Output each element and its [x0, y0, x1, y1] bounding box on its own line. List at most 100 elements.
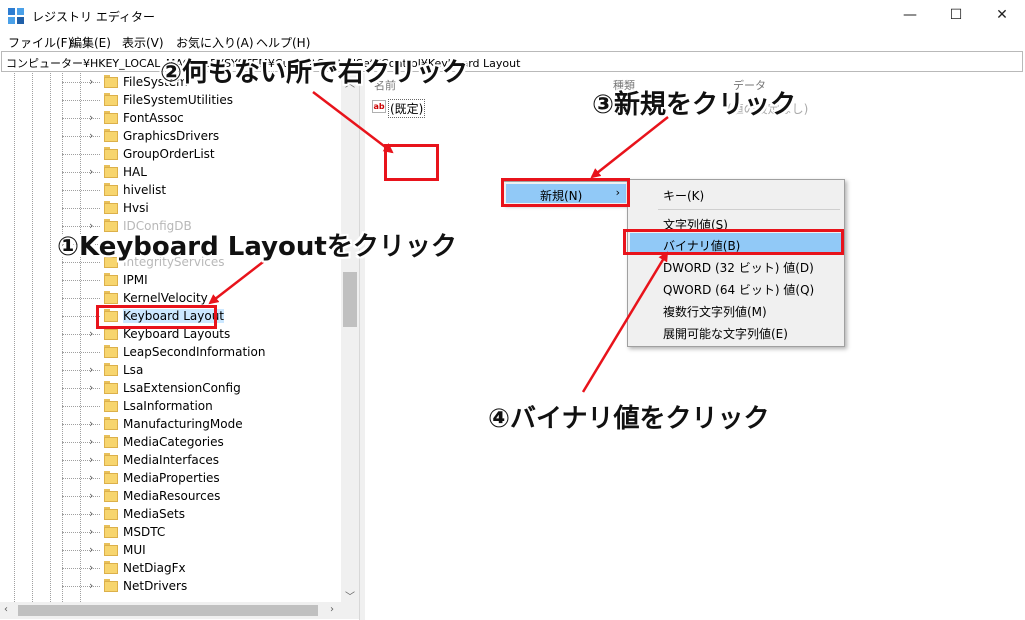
- expand-chevron-icon[interactable]: ›: [89, 417, 93, 430]
- tree-item[interactable]: › MediaInterfaces: [0, 451, 340, 469]
- scroll-thumb[interactable]: [18, 605, 318, 616]
- tree-item[interactable]: › MediaResources: [0, 487, 340, 505]
- expand-chevron-icon[interactable]: ›: [89, 111, 93, 124]
- submenu-item-expandable-string[interactable]: 展開可能な文字列値(E): [630, 321, 842, 343]
- submenu-item-dword[interactable]: DWORD (32 ビット) 値(D): [630, 255, 842, 277]
- scroll-right-icon[interactable]: ›: [330, 604, 334, 615]
- tree-item[interactable]: › MediaCategories: [0, 433, 340, 451]
- scroll-down-icon[interactable]: ﹀: [345, 588, 355, 603]
- tree-item[interactable]: LsaInformation: [0, 397, 340, 415]
- tree-guide-line: [62, 154, 100, 155]
- submenu-item-multi-string[interactable]: 複数行文字列値(M): [630, 299, 842, 321]
- registry-editor-icon: [8, 8, 24, 24]
- tree-item[interactable]: › LsaExtensionConfig: [0, 379, 340, 397]
- tree-item-label: MediaCategories: [123, 435, 224, 449]
- tree-guide-line: [62, 586, 100, 587]
- tree-horizontal-scrollbar[interactable]: ‹ ›: [0, 602, 359, 619]
- expand-chevron-icon[interactable]: ›: [89, 579, 93, 592]
- scroll-left-icon[interactable]: ‹: [4, 604, 8, 615]
- tree-item-label: NetDiagFx: [123, 561, 186, 575]
- tree-item-label: ManufacturingMode: [123, 417, 243, 431]
- submenu-item-qword[interactable]: QWORD (64 ビット) 値(Q): [630, 277, 842, 299]
- expand-chevron-icon[interactable]: ›: [89, 129, 93, 142]
- tree-item[interactable]: › FontAssoc: [0, 109, 340, 127]
- tree-item[interactable]: GroupOrderList: [0, 145, 340, 163]
- submenu-item-label: QWORD (64 ビット) 値(Q): [663, 283, 815, 297]
- tree-guide-line: [62, 136, 100, 137]
- tree-item[interactable]: LeapSecondInformation: [0, 343, 340, 361]
- menu-bar: ファイル(F) 編集(E) 表示(V) お気に入り(A) ヘルプ(H): [0, 31, 1025, 51]
- tree-guide-line: [62, 82, 100, 83]
- tree-item-label: hivelist: [123, 183, 167, 197]
- folder-icon: [104, 363, 118, 376]
- folder-icon: [104, 471, 118, 484]
- pane-splitter[interactable]: [359, 73, 365, 620]
- tree-item[interactable]: › GraphicsDrivers: [0, 127, 340, 145]
- annotation-highlight-keyboard-layout: [96, 305, 217, 329]
- tree-item-label: MediaResources: [123, 489, 221, 503]
- folder-icon: [104, 525, 118, 538]
- tree-vertical-scrollbar[interactable]: ︿ ﹀: [341, 73, 359, 603]
- tree-item[interactable]: › ManufacturingMode: [0, 415, 340, 433]
- close-button[interactable]: ✕: [979, 0, 1025, 31]
- scroll-thumb[interactable]: [343, 272, 357, 327]
- folder-icon: [104, 507, 118, 520]
- tree-item[interactable]: › Lsa: [0, 361, 340, 379]
- tree-item[interactable]: Hvsi: [0, 199, 340, 217]
- annotation-highlight-binary: [623, 229, 844, 255]
- expand-chevron-icon[interactable]: ›: [89, 453, 93, 466]
- tree-item[interactable]: hivelist: [0, 181, 340, 199]
- expand-chevron-icon[interactable]: ›: [89, 525, 93, 538]
- expand-chevron-icon[interactable]: ›: [89, 561, 93, 574]
- folder-icon: [104, 75, 118, 88]
- expand-chevron-icon[interactable]: ›: [89, 507, 93, 520]
- folder-icon: [104, 561, 118, 574]
- tree-guide-line: [62, 190, 100, 191]
- tree-item[interactable]: IPMI: [0, 271, 340, 289]
- folder-icon: [104, 273, 118, 286]
- tree-guide-line: [62, 460, 100, 461]
- menu-view[interactable]: 表示(V): [122, 34, 164, 51]
- tree-item-label: Hvsi: [123, 201, 149, 215]
- expand-chevron-icon[interactable]: ›: [89, 165, 93, 178]
- submenu-item-label: キー(K): [663, 189, 705, 203]
- tree-item-label: Keyboard Layouts: [123, 327, 231, 341]
- tree-item-label: MSDTC: [123, 525, 166, 539]
- tree-guide-line: [62, 532, 100, 533]
- submenu-item-key[interactable]: キー(K): [630, 183, 842, 205]
- tree-guide-line: [62, 316, 100, 317]
- tree-item[interactable]: › NetDiagFx: [0, 559, 340, 577]
- tree-item[interactable]: › NetDrivers: [0, 577, 340, 595]
- expand-chevron-icon[interactable]: ›: [89, 471, 93, 484]
- tree-item[interactable]: › MSDTC: [0, 523, 340, 541]
- tree-item[interactable]: › MediaProperties: [0, 469, 340, 487]
- folder-icon: [104, 201, 118, 214]
- expand-chevron-icon[interactable]: ›: [89, 327, 93, 340]
- expand-chevron-icon[interactable]: ›: [89, 489, 93, 502]
- minimize-button[interactable]: —: [887, 0, 933, 31]
- tree-guide-line: [62, 280, 100, 281]
- folder-icon: [104, 543, 118, 556]
- menu-favorites[interactable]: お気に入り(A): [176, 34, 254, 51]
- tree-item[interactable]: › HAL: [0, 163, 340, 181]
- tree-guide-line: [62, 298, 100, 299]
- folder-icon: [104, 291, 118, 304]
- tree-item-label: MUI: [123, 543, 146, 557]
- tree-item-label: HAL: [123, 165, 147, 179]
- maximize-button[interactable]: ☐: [933, 0, 979, 31]
- expand-chevron-icon[interactable]: ›: [89, 543, 93, 556]
- address-bar[interactable]: コンピューター¥HKEY_LOCAL_MACHINE¥SYSTEM¥Curren…: [1, 51, 1023, 72]
- expand-chevron-icon[interactable]: ›: [89, 435, 93, 448]
- tree-item[interactable]: › MUI: [0, 541, 340, 559]
- menu-file[interactable]: ファイル(F): [8, 34, 72, 51]
- tree-guide-line: [62, 568, 100, 569]
- expand-chevron-icon[interactable]: ›: [89, 75, 93, 88]
- tree-item[interactable]: › MediaSets: [0, 505, 340, 523]
- tree-item[interactable]: FileSystemUtilities: [0, 91, 340, 109]
- string-value-icon: ab: [372, 100, 386, 113]
- expand-chevron-icon[interactable]: ›: [89, 363, 93, 376]
- expand-chevron-icon[interactable]: ›: [89, 381, 93, 394]
- key-tree[interactable]: › FileSystem FileSystemUtilities › FontAssoc…: [0, 73, 359, 618]
- menu-help[interactable]: ヘルプ(H): [256, 34, 310, 51]
- menu-edit[interactable]: 編集(E): [70, 34, 111, 51]
